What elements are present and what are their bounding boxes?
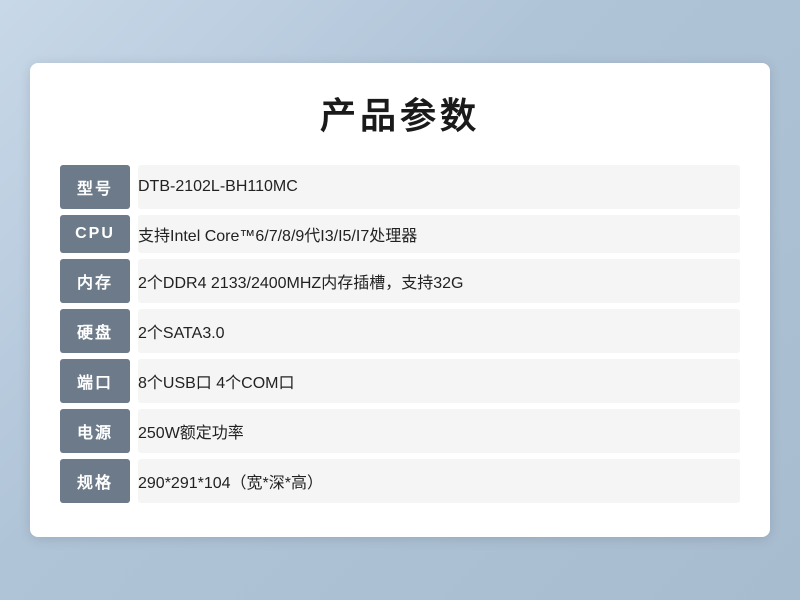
spec-label: 端口 bbox=[60, 359, 130, 403]
spec-label-cell: 内存 bbox=[60, 259, 130, 303]
spec-label-cell: 规格 bbox=[60, 459, 130, 503]
table-row: 型号 DTB-2102L-BH110MC bbox=[60, 165, 740, 209]
spacer bbox=[130, 309, 138, 353]
spacer bbox=[130, 359, 138, 403]
spec-label-cell: 电源 bbox=[60, 409, 130, 453]
spec-label: 电源 bbox=[60, 409, 130, 453]
spec-value: 支持Intel Core™6/7/8/9代I3/I5/I7处理器 bbox=[138, 215, 740, 253]
spec-value: 250W额定功率 bbox=[138, 409, 740, 453]
spec-label: 硬盘 bbox=[60, 309, 130, 353]
spec-label-cell: CPU bbox=[60, 215, 130, 253]
spec-label: CPU bbox=[60, 215, 130, 253]
page-title: 产品参数 bbox=[60, 87, 740, 139]
table-row: CPU支持Intel Core™6/7/8/9代I3/I5/I7处理器 bbox=[60, 215, 740, 253]
spec-label-cell: 型号 bbox=[60, 165, 130, 209]
product-specs-card: 产品参数 型号 DTB-2102L-BH110MCCPU支持Intel Core… bbox=[30, 63, 770, 537]
spec-value: 2个DDR4 2133/2400MHZ内存插槽，支持32G bbox=[138, 259, 740, 303]
spec-label: 规格 bbox=[60, 459, 130, 503]
table-row: 内存2个DDR4 2133/2400MHZ内存插槽，支持32G bbox=[60, 259, 740, 303]
spacer bbox=[130, 165, 138, 209]
spec-value: 8个USB口 4个COM口 bbox=[138, 359, 740, 403]
spec-label-cell: 硬盘 bbox=[60, 309, 130, 353]
spec-value: 290*291*104（宽*深*高） bbox=[138, 459, 740, 503]
spec-value: DTB-2102L-BH110MC bbox=[138, 165, 740, 209]
spec-value: 2个SATA3.0 bbox=[138, 309, 740, 353]
table-row: 电源250W额定功率 bbox=[60, 409, 740, 453]
table-row: 硬盘2个SATA3.0 bbox=[60, 309, 740, 353]
spec-label-cell: 端口 bbox=[60, 359, 130, 403]
spec-label: 内存 bbox=[60, 259, 130, 303]
table-row: 端口8个USB口 4个COM口 bbox=[60, 359, 740, 403]
spacer bbox=[130, 459, 138, 503]
table-row: 规格290*291*104（宽*深*高） bbox=[60, 459, 740, 503]
spec-label: 型号 bbox=[60, 165, 130, 209]
spec-table: 型号 DTB-2102L-BH110MCCPU支持Intel Core™6/7/… bbox=[60, 159, 740, 509]
spacer bbox=[130, 215, 138, 253]
spacer bbox=[130, 259, 138, 303]
spacer bbox=[130, 409, 138, 453]
